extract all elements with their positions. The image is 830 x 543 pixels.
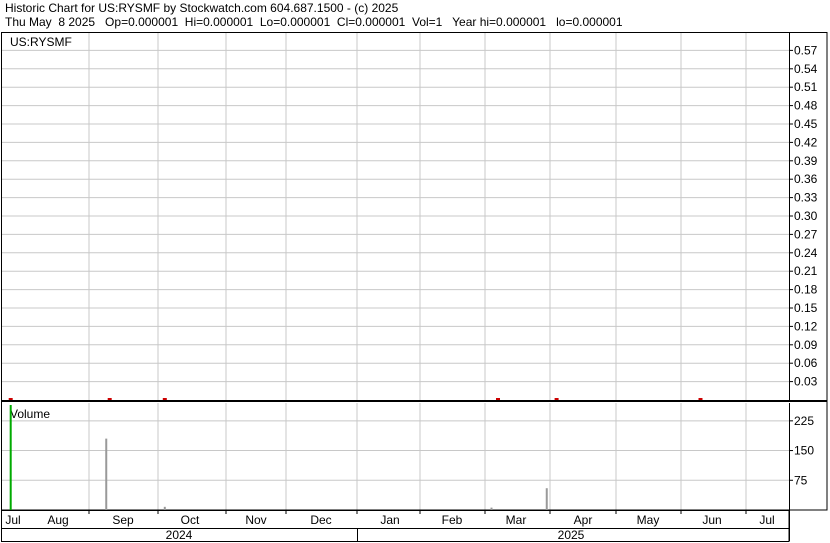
month-label: Feb bbox=[442, 513, 463, 527]
price-tick-label: 0.33 bbox=[794, 191, 818, 205]
price-tick-label: 0.42 bbox=[794, 135, 818, 149]
year-label: 2025 bbox=[558, 528, 585, 542]
month-label: Jul bbox=[759, 513, 774, 527]
price-tick-label: 0.54 bbox=[794, 62, 818, 76]
price-gridlines bbox=[2, 32, 789, 400]
month-label: Nov bbox=[245, 513, 266, 527]
volume-gridlines bbox=[2, 403, 789, 510]
price-tick-label: 0.03 bbox=[794, 375, 818, 389]
volume-tick-label: 75 bbox=[794, 473, 808, 487]
month-label: Dec bbox=[310, 513, 331, 527]
month-label: May bbox=[637, 513, 660, 527]
chart-frames bbox=[1, 32, 828, 542]
month-label: Jun bbox=[702, 513, 721, 527]
price-tick-label: 0.45 bbox=[794, 117, 818, 131]
price-tick-label: 0.27 bbox=[794, 227, 818, 241]
price-tick-label: 0.48 bbox=[794, 99, 818, 113]
year-label: 2024 bbox=[166, 528, 193, 542]
month-label: Mar bbox=[506, 513, 527, 527]
price-panel-title: US:RYSMF bbox=[10, 35, 72, 49]
month-label: Sep bbox=[112, 513, 134, 527]
price-tick-label: 0.12 bbox=[794, 319, 818, 333]
month-label: Apr bbox=[574, 513, 593, 527]
volume-tick-label: 225 bbox=[794, 414, 814, 428]
month-label: Jul bbox=[5, 513, 20, 527]
volume-panel-frame bbox=[1, 401, 828, 511]
month-label: Aug bbox=[47, 513, 68, 527]
month-label: Oct bbox=[181, 513, 200, 527]
price-tick-label: 0.06 bbox=[794, 356, 818, 370]
volume-axis: 225 150 75 bbox=[789, 414, 814, 487]
price-tick-label: 0.15 bbox=[794, 301, 818, 315]
month-axis: Jul Aug Sep Oct Nov Dec Jan Feb Mar Apr May Jun Jul bbox=[5, 510, 775, 527]
price-tick-label: 0.09 bbox=[794, 338, 818, 352]
price-tick-label: 0.30 bbox=[794, 209, 818, 223]
volume-panel-title: Volume bbox=[10, 407, 50, 421]
price-tick-label: 0.21 bbox=[794, 264, 818, 278]
price-tick-label: 0.36 bbox=[794, 172, 818, 186]
price-tick-label: 0.24 bbox=[794, 246, 818, 260]
stock-chart: US:RYSMF Volume 0.57 0.54 0.51 0.48 0.45 0.42… bbox=[1, 32, 828, 542]
price-tick-label: 0.18 bbox=[794, 283, 818, 297]
year-axis: 2024 2025 bbox=[166, 528, 585, 542]
price-axis: 0.57 0.54 0.51 0.48 0.45 0.42 0.39 0.36 0.33 0.30… bbox=[789, 43, 818, 389]
price-tick-label: 0.51 bbox=[794, 80, 818, 94]
volume-tick-label: 150 bbox=[794, 444, 814, 458]
price-tick-label: 0.57 bbox=[794, 43, 818, 57]
month-label: Jan bbox=[380, 513, 399, 527]
price-tick-label: 0.39 bbox=[794, 154, 818, 168]
